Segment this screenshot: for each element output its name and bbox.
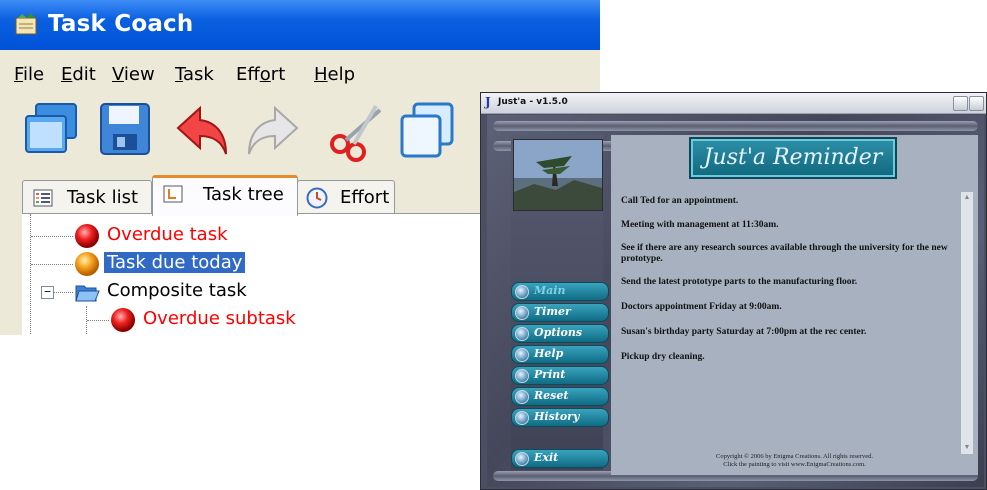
reminder-panel: Just'a Reminder Call Ted for an appointm…: [611, 135, 978, 475]
tab-label: Effort: [340, 187, 390, 208]
tree-connector: [31, 264, 73, 265]
window-title: Task Coach: [48, 11, 194, 37]
tree-connector: [31, 236, 73, 237]
reminder-item[interactable]: Pickup dry cleaning.: [621, 352, 959, 363]
gem-icon: [515, 327, 529, 341]
reminder-item[interactable]: Call Ted for an appointment.: [621, 196, 959, 207]
save-icon[interactable]: [95, 98, 155, 162]
options-button[interactable]: Options: [511, 324, 609, 343]
reminder-item[interactable]: Susan's birthday party Saturday at 7:00p…: [621, 327, 959, 338]
copyright-line: Copyright © 2006 by Enigma Creations. Al…: [716, 453, 873, 460]
help-button[interactable]: Help: [511, 345, 609, 364]
copyright-link-line[interactable]: Click the painting to visit www.EnigmaCr…: [611, 461, 978, 469]
redo-icon[interactable]: [243, 98, 303, 162]
collapse-toggle[interactable]: −: [41, 286, 54, 299]
undo-icon[interactable]: [172, 98, 232, 162]
tab-label: Task list: [67, 187, 139, 208]
menu-help[interactable]: Help: [314, 64, 355, 85]
tab-label: Task tree: [203, 184, 284, 205]
red-ball-icon: [75, 224, 99, 248]
app-banner: Just'a Reminder: [691, 139, 895, 177]
red-ball-icon: [111, 308, 135, 332]
reset-button[interactable]: Reset: [511, 387, 609, 406]
task-tree-icon: [163, 185, 183, 203]
menu-bar: File Edit View Task Effort Help: [0, 56, 600, 90]
folder-icon: [75, 285, 100, 302]
minimize-button[interactable]: [953, 96, 968, 111]
vertical-scrollbar[interactable]: ▲ ▼: [960, 191, 974, 455]
clock-icon: [306, 187, 328, 209]
maximize-button[interactable]: [969, 96, 984, 111]
copyright-notice: Copyright © 2006 by Enigma Creations. Al…: [611, 453, 978, 469]
tab-effort[interactable]: Effort: [297, 180, 395, 213]
task-label: Overdue subtask: [143, 308, 296, 329]
justa-logo-icon: J: [485, 95, 491, 109]
task-list-icon: [33, 189, 53, 207]
task-coach-app-icon: [15, 13, 37, 35]
gem-icon: [515, 452, 529, 466]
orange-ball-icon: [75, 252, 99, 276]
gem-icon: [515, 285, 529, 299]
gem-icon: [515, 348, 529, 362]
reminder-item[interactable]: See if there are any research sources av…: [621, 243, 959, 265]
justa-window: J Just'a - v1.5.0 Main Timer Options Hel…: [480, 92, 987, 490]
copy-icon[interactable]: [398, 98, 458, 162]
tab-task-tree[interactable]: Task tree: [152, 175, 298, 216]
cut-icon[interactable]: [326, 98, 386, 162]
title-bar[interactable]: Task Coach: [0, 0, 600, 50]
gem-icon: [515, 390, 529, 404]
tree-connector: [87, 320, 109, 321]
task-label: Overdue task: [107, 224, 228, 245]
menu-view[interactable]: View: [112, 64, 155, 85]
history-button[interactable]: History: [511, 408, 609, 427]
painting-image[interactable]: [513, 139, 603, 211]
tree-guide-line: [30, 214, 31, 335]
tab-task-list[interactable]: Task list: [22, 180, 152, 213]
print-button[interactable]: Print: [511, 366, 609, 385]
menu-effort[interactable]: Effort: [236, 64, 285, 85]
menu-task[interactable]: Task: [175, 64, 214, 85]
menu-file[interactable]: File: [14, 64, 44, 85]
task-label: Task due today: [102, 251, 247, 274]
justa-title-bar[interactable]: J Just'a - v1.5.0: [481, 93, 986, 114]
open-icon[interactable]: [22, 98, 82, 162]
reminder-item[interactable]: Meeting with management at 11:30am.: [621, 220, 959, 231]
reminder-item[interactable]: Send the latest prototype parts to the m…: [621, 277, 959, 288]
scroll-down-icon[interactable]: ▼: [962, 443, 972, 453]
menu-edit[interactable]: Edit: [61, 64, 96, 85]
reminder-item[interactable]: Doctors appointment Friday at 9:00am.: [621, 302, 959, 313]
frame-bar-top: [493, 121, 978, 131]
justa-window-title: Just'a - v1.5.0: [498, 97, 568, 107]
main-button[interactable]: Main: [511, 282, 609, 301]
exit-button[interactable]: Exit: [511, 449, 609, 468]
scroll-up-icon[interactable]: ▲: [962, 193, 972, 203]
task-label: Composite task: [107, 280, 247, 301]
gem-icon: [515, 306, 529, 320]
gem-icon: [515, 411, 529, 425]
gem-icon: [515, 369, 529, 383]
tree-connector: [53, 292, 73, 293]
timer-button[interactable]: Timer: [511, 303, 609, 322]
